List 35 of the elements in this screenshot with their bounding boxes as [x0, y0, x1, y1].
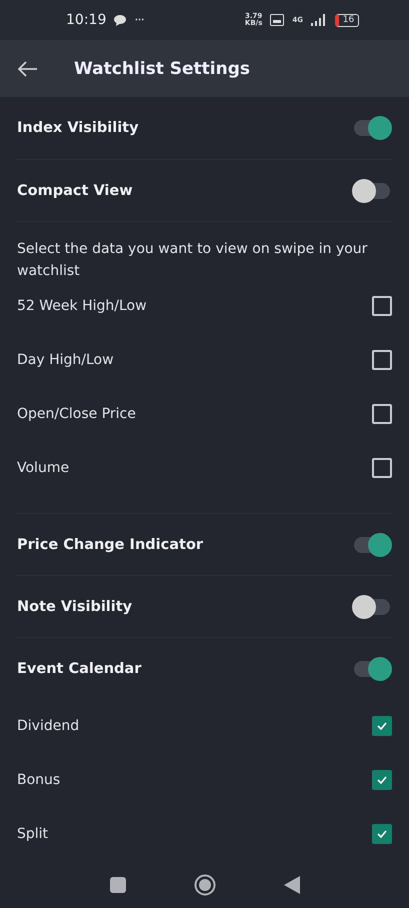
- back-button[interactable]: [18, 60, 38, 76]
- home-button[interactable]: [194, 874, 216, 896]
- checkmark-icon: [377, 830, 387, 838]
- checkbox[interactable]: [372, 770, 392, 790]
- setting-label: Note Visibility: [17, 598, 132, 614]
- setting-label: Event Calendar: [17, 660, 142, 676]
- checkbox[interactable]: [372, 350, 392, 370]
- option-label: Open/Close Price: [17, 406, 136, 422]
- chat-bubble-icon: [114, 14, 126, 26]
- setting-label: Compact View: [17, 182, 133, 198]
- back-arrow-icon: [18, 60, 38, 76]
- battery-indicator: 16: [335, 14, 359, 26]
- signal-icon: [311, 14, 327, 26]
- checkmark-icon: [377, 722, 387, 730]
- setting-label: Price Change Indicator: [17, 536, 204, 552]
- page-title: Watchlist Settings: [74, 58, 250, 78]
- clock-time: 10:19: [66, 12, 106, 28]
- option-label: Bonus: [17, 772, 60, 788]
- option-label: Split: [17, 826, 48, 842]
- setting-label: Index Visibility: [17, 120, 139, 136]
- option-label: 52 Week High/Low: [17, 298, 147, 314]
- recents-button[interactable]: [110, 876, 126, 892]
- back-nav-button[interactable]: [284, 876, 300, 894]
- checkbox[interactable]: [372, 716, 392, 736]
- volte-icon: [270, 14, 284, 26]
- checkbox[interactable]: [372, 296, 392, 316]
- option-label: Volume: [17, 460, 70, 476]
- checkbox[interactable]: [372, 458, 392, 478]
- checkbox[interactable]: [372, 824, 392, 844]
- section-description: Select the data you want to view on swipe in your watchlist: [17, 221, 392, 279]
- option-label: Day High/Low: [17, 352, 114, 368]
- checkbox[interactable]: [372, 404, 392, 424]
- option-label: Dividend: [17, 718, 80, 734]
- checkmark-icon: [377, 776, 387, 784]
- more-indicator: ···: [134, 12, 144, 28]
